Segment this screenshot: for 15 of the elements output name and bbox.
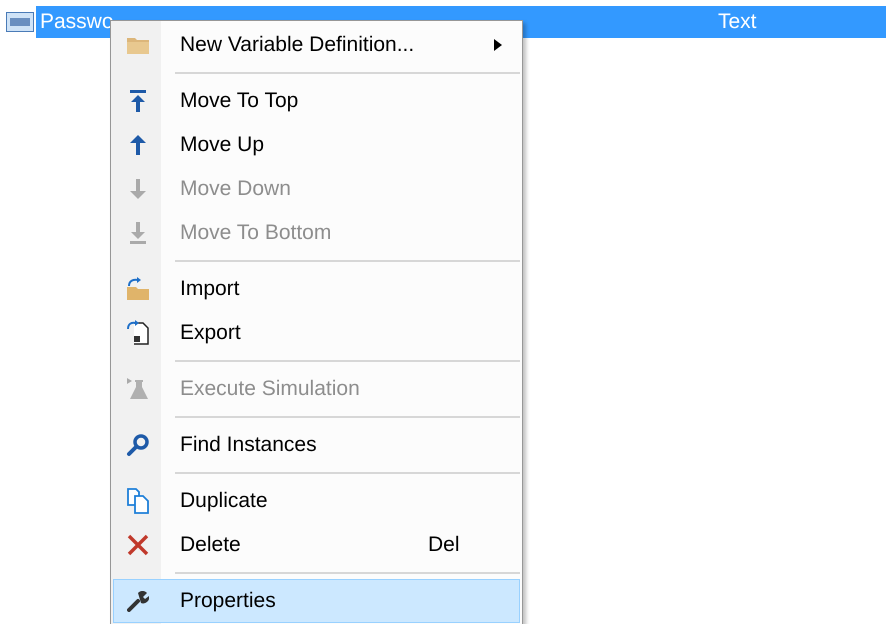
menu-item-label: New Variable Definition... (180, 33, 414, 57)
menu-item-label: Find Instances (180, 433, 317, 457)
menu-item-label: Move To Top (180, 89, 298, 113)
menu-item-label: Duplicate (180, 489, 268, 513)
menu-item-label: Properties (180, 589, 276, 613)
table-cell: Text (718, 10, 757, 34)
menu-item-label: Move Down (180, 177, 291, 201)
table-cell: Passwo (40, 10, 114, 34)
menu-item-label: Execute Simulation (180, 377, 360, 401)
menu-item-label: Import (180, 277, 240, 301)
menu-item-label: Move To Bottom (180, 221, 332, 245)
menu-item-label: Export (180, 321, 241, 345)
menu-item-label: Move Up (180, 133, 264, 157)
menu-item-label: Delete (180, 533, 241, 557)
shortcut-label: Del (428, 533, 460, 557)
